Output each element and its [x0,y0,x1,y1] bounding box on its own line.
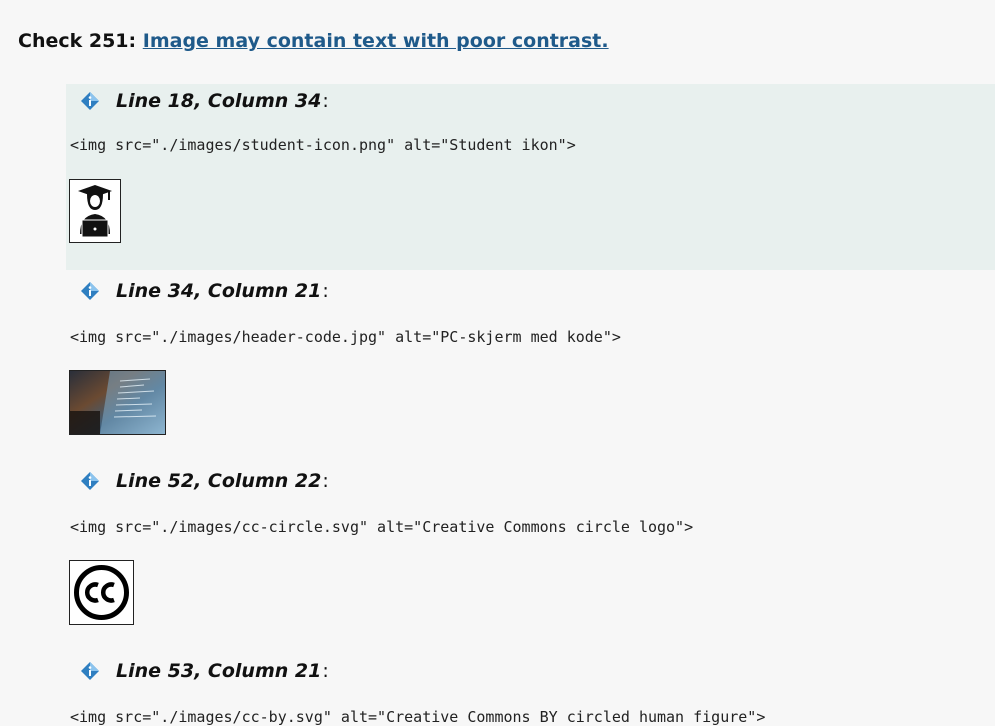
cc-circle-image [69,560,134,625]
colon: : [322,470,329,492]
code-snippet: <img src="./images/header-code.jpg" alt=… [70,328,621,346]
code-snippet: <img src="./images/cc-by.svg" alt="Creat… [70,708,766,726]
issue-location-heading: Line 53, Column 21: [80,660,329,682]
colon: : [322,280,329,302]
issue-location-heading: Line 34, Column 21: [80,280,329,302]
code-snippet: <img src="./images/student-icon.png" alt… [70,136,576,154]
issue-block: Line 53, Column 21: <img src="./images/c… [66,640,995,726]
issue-location: Line 18, Column 34 [116,90,322,112]
info-diamond-icon [81,282,99,300]
info-diamond-icon [81,92,99,110]
colon: : [322,90,329,112]
header-code-image [69,370,166,435]
issue-block: Line 34, Column 21: <img src="./images/h… [66,270,995,450]
issue-block: Line 18, Column 34: <img src="./images/s… [66,84,995,270]
student-icon-image [69,179,121,243]
issue-location: Line 52, Column 22 [116,470,322,492]
issue-location: Line 34, Column 21 [116,280,322,302]
check-heading: Check 251: Image may contain text with p… [18,30,609,52]
creative-commons-logo-icon [74,565,129,620]
colon: : [322,660,329,682]
check-number: Check 251: [18,30,143,52]
issue-location: Line 53, Column 21 [116,660,322,682]
issue-block: Line 52, Column 22: <img src="./images/c… [66,450,995,640]
code-snippet: <img src="./images/cc-circle.svg" alt="C… [70,518,694,536]
graduate-student-icon [78,185,112,238]
check-description-link[interactable]: Image may contain text with poor contras… [143,30,609,52]
issue-location-heading: Line 52, Column 22: [80,470,329,492]
issue-location-heading: Line 18, Column 34: [80,90,329,112]
screen-with-code-photo [70,371,165,434]
info-diamond-icon [81,472,99,490]
info-diamond-icon [81,662,99,680]
